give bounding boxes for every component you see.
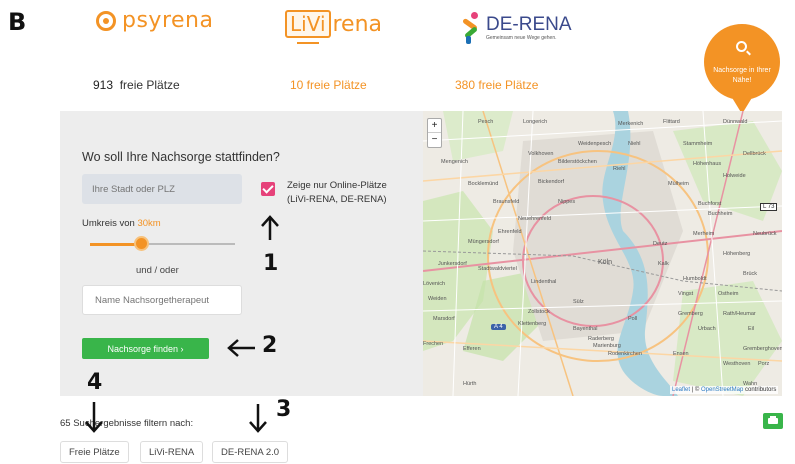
annotation-arrow-4: [85, 402, 103, 433]
annotation-number-4: 4: [87, 370, 103, 395]
annotation-number-3: 3: [276, 397, 292, 422]
annotation-arrow-2: [227, 339, 255, 357]
annotation-number-1: 1: [263, 251, 279, 276]
annotation-overlay: [85, 215, 279, 433]
annotation-arrow-1: [261, 215, 279, 240]
annotation-arrow-3: [249, 404, 267, 433]
annotation-number-2: 2: [262, 333, 278, 358]
